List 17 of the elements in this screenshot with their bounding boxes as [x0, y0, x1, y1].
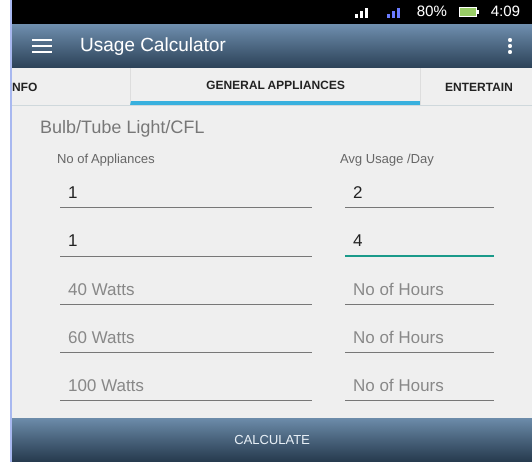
app-title: Usage Calculator [80, 34, 227, 58]
tab[interactable]: ENTERTAIN [420, 68, 532, 105]
more-icon[interactable] [508, 38, 512, 54]
input-field[interactable]: 1 [60, 178, 312, 208]
input-field[interactable]: 1 [60, 226, 312, 256]
calculate-button[interactable]: CALCULATE [12, 418, 532, 462]
tab[interactable]: GENERAL APPLIANCES [130, 68, 420, 105]
input-field[interactable]: 4 [345, 226, 494, 256]
section-title: Bulb/Tube Light/CFL [39, 116, 206, 139]
column-label: No of Appliances [57, 150, 156, 168]
battery-icon [458, 6, 479, 18]
column-label: Avg Usage /Day [340, 150, 434, 168]
tab[interactable]: NFO [12, 68, 130, 105]
battery-percent: 80% [416, 2, 447, 22]
menu-icon[interactable] [32, 39, 52, 53]
clock: 4:09 [490, 2, 520, 22]
input-field[interactable]: 2 [345, 178, 494, 208]
